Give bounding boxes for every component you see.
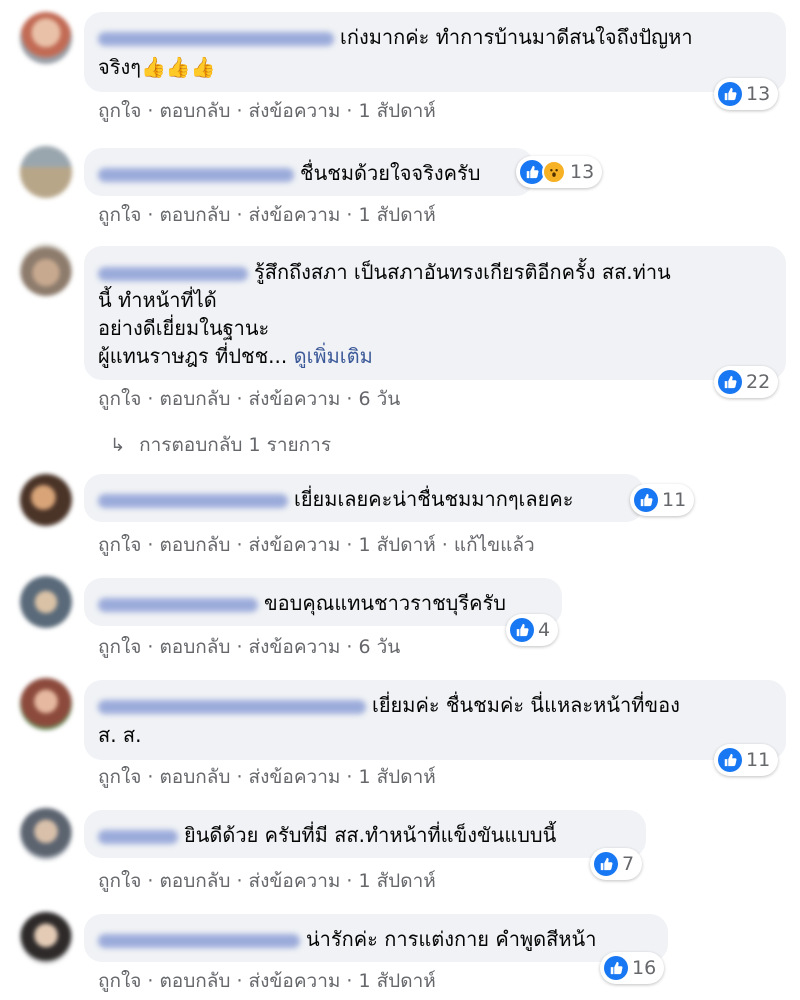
- reply-link[interactable]: ตอบกลับ: [159, 870, 230, 892]
- timestamp[interactable]: 1 สัปดาห์: [358, 204, 435, 226]
- comment-text: เก่งมากค่ะ ทำการบ้านมาดีสนใจถึงปัญหา: [340, 25, 693, 49]
- message-link[interactable]: ส่งข้อความ: [249, 388, 341, 410]
- avatar[interactable]: [20, 244, 72, 296]
- reaction-count[interactable]: 13: [516, 156, 603, 188]
- like-link[interactable]: ถูกใจ: [98, 204, 141, 226]
- like-reaction-icon: [604, 956, 628, 980]
- avatar[interactable]: [20, 678, 72, 730]
- avatar[interactable]: [20, 912, 72, 964]
- comment-actions: ถูกใจ · ตอบกลับ · ส่งข้อความ · 1 สัปดาห์: [98, 100, 436, 122]
- comment-actions: ถูกใจ · ตอบกลับ · ส่งข้อความ · 6 วัน: [98, 636, 401, 658]
- like-reaction-icon: [510, 618, 534, 642]
- reply-link[interactable]: ตอบกลับ: [159, 388, 230, 410]
- comment-bubble: ขอบคุณแทนชาวราชบุรีครับ: [84, 578, 562, 626]
- comment-text: ชื่นชมด้วยใจจริงครับ: [300, 161, 481, 185]
- comment-actions: ถูกใจ · ตอบกลับ · ส่งข้อความ · 1 สัปดาห์: [98, 766, 436, 788]
- blurred-username[interactable]: [98, 493, 288, 508]
- blurred-username[interactable]: [98, 31, 334, 46]
- like-link[interactable]: ถูกใจ: [98, 534, 141, 556]
- timestamp[interactable]: 1 สัปดาห์: [358, 100, 435, 122]
- timestamp[interactable]: 1 สัปดาห์: [358, 534, 435, 556]
- blurred-username[interactable]: [98, 597, 258, 612]
- reply-link[interactable]: ตอบกลับ: [159, 766, 230, 788]
- comment-text: ยินดีด้วย ครับที่มี สส.ทำหน้าที่แข็งขันแ…: [184, 823, 557, 847]
- edited-label[interactable]: แก้ไขแล้ว: [454, 534, 535, 556]
- like-reaction-icon: [634, 488, 658, 512]
- timestamp[interactable]: 1 สัปดาห์: [358, 970, 435, 992]
- comment-text: เยี่ยมเลยคะน่าชื่นชมมากๆเลยคะ: [294, 487, 574, 511]
- comment-text: น่ารักค่ะ การแต่งกาย คำพูดสีหน้า: [306, 927, 597, 951]
- timestamp[interactable]: 6 วัน: [358, 636, 400, 658]
- timestamp[interactable]: 1 สัปดาห์: [358, 766, 435, 788]
- like-reaction-icon: [520, 160, 544, 184]
- see-more-link[interactable]: ดูเพิ่มเติม: [294, 344, 373, 368]
- timestamp[interactable]: 1 สัปดาห์: [358, 870, 435, 892]
- reply-link[interactable]: ตอบกลับ: [159, 636, 230, 658]
- message-link[interactable]: ส่งข้อความ: [249, 100, 341, 122]
- reaction-count[interactable]: 11: [630, 484, 695, 516]
- reply-link[interactable]: ตอบกลับ: [159, 204, 230, 226]
- blurred-username[interactable]: [98, 167, 294, 182]
- blurred-username[interactable]: [98, 829, 178, 844]
- comment-bubble: ชื่นชมด้วยใจจริงครับ: [84, 148, 534, 196]
- like-link[interactable]: ถูกใจ: [98, 100, 141, 122]
- message-link[interactable]: ส่งข้อความ: [249, 766, 341, 788]
- like-link[interactable]: ถูกใจ: [98, 766, 141, 788]
- like-reaction-icon: [718, 748, 742, 772]
- view-replies-link[interactable]: ↳ การตอบกลับ 1 รายการ: [110, 430, 331, 460]
- comment-actions: ถูกใจ · ตอบกลับ · ส่งข้อความ · 6 วัน: [98, 388, 401, 410]
- reply-link[interactable]: ตอบกลับ: [159, 970, 230, 992]
- comment-bubble: น่ารักค่ะ การแต่งกาย คำพูดสีหน้า: [84, 914, 668, 962]
- like-reaction-icon: [718, 370, 742, 394]
- reaction-count[interactable]: 4: [506, 614, 559, 646]
- timestamp[interactable]: 6 วัน: [358, 388, 400, 410]
- reaction-count[interactable]: 13: [714, 78, 779, 110]
- like-link[interactable]: ถูกใจ: [98, 970, 141, 992]
- comment-bubble: เยี่ยมค่ะ ชื่นชมค่ะ นี่แหละหน้าที่ของ ส.…: [84, 680, 786, 760]
- message-link[interactable]: ส่งข้อความ: [249, 870, 341, 892]
- message-link[interactable]: ส่งข้อความ: [249, 636, 341, 658]
- avatar[interactable]: [20, 576, 72, 628]
- comment-actions: ถูกใจ · ตอบกลับ · ส่งข้อความ · 1 สัปดาห์: [98, 204, 436, 226]
- like-link[interactable]: ถูกใจ: [98, 636, 141, 658]
- blurred-username[interactable]: [98, 699, 366, 714]
- blurred-username[interactable]: [98, 933, 300, 948]
- reaction-count[interactable]: 22: [714, 366, 779, 398]
- like-reaction-icon: [718, 82, 742, 106]
- message-link[interactable]: ส่งข้อความ: [249, 204, 341, 226]
- avatar[interactable]: [20, 146, 72, 198]
- comment-text-line2: ส. ส.: [98, 723, 142, 747]
- message-link[interactable]: ส่งข้อความ: [249, 970, 341, 992]
- comment-text: ขอบคุณแทนชาวราชบุรีครับ: [264, 591, 506, 615]
- comment-bubble: เยี่ยมเลยคะน่าชื่นชมมากๆเลยคะ: [84, 474, 644, 522]
- comment-bubble: ยินดีด้วย ครับที่มี สส.ทำหน้าที่แข็งขันแ…: [84, 810, 646, 858]
- avatar[interactable]: [20, 474, 72, 526]
- reply-link[interactable]: ตอบกลับ: [159, 100, 230, 122]
- like-reaction-icon: [594, 852, 618, 876]
- comment-actions: ถูกใจ · ตอบกลับ · ส่งข้อความ · 1 สัปดาห์: [98, 870, 436, 892]
- like-link[interactable]: ถูกใจ: [98, 388, 141, 410]
- comment-actions: ถูกใจ · ตอบกลับ · ส่งข้อความ · 1 สัปดาห์: [98, 970, 436, 992]
- reaction-count[interactable]: 7: [590, 848, 643, 880]
- like-link[interactable]: ถูกใจ: [98, 870, 141, 892]
- reply-arrow-icon: ↳: [110, 435, 126, 456]
- message-link[interactable]: ส่งข้อความ: [249, 534, 341, 556]
- reaction-count[interactable]: 11: [714, 744, 779, 776]
- comment-bubble: รู้สึกถึงสภา เป็นสภาอันทรงเกียรติอีกครั้…: [84, 246, 786, 380]
- comment-text: เยี่ยมค่ะ ชื่นชมค่ะ นี่แหละหน้าที่ของ: [372, 693, 680, 717]
- reply-link[interactable]: ตอบกลับ: [159, 534, 230, 556]
- comment-actions: ถูกใจ · ตอบกลับ · ส่งข้อความ · 1 สัปดาห์ · แก้ไข…: [98, 534, 535, 556]
- comment-text: รู้สึกถึงสภา เป็นสภาอันทรงเกียรติอีกครั้…: [254, 260, 671, 284]
- reaction-count[interactable]: 16: [600, 952, 665, 984]
- comment-text-line2: จริงๆ👍👍👍: [98, 55, 216, 79]
- wow-reaction-icon: [542, 160, 566, 184]
- avatar[interactable]: [20, 808, 72, 860]
- blurred-username[interactable]: [98, 266, 248, 281]
- avatar[interactable]: [20, 12, 72, 64]
- comment-bubble: เก่งมากค่ะ ทำการบ้านมาดีสนใจถึงปัญหา จริ…: [84, 12, 786, 92]
